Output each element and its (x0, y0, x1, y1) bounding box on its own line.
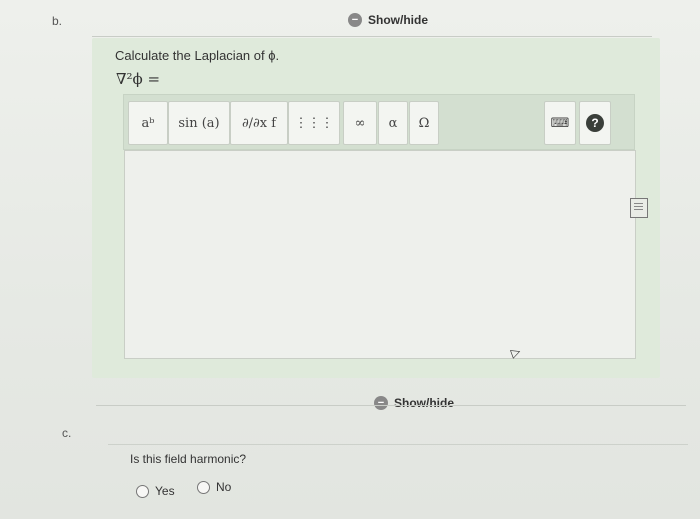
question-prompt: Calculate the Laplacian of ϕ. (115, 48, 280, 63)
alpha-label: α (388, 115, 398, 131)
radio-yes[interactable]: Yes (136, 484, 175, 498)
harmonic-question: Is this field harmonic? (130, 452, 247, 466)
matrix-icon: ⋮⋮⋮ (294, 115, 334, 131)
help-button[interactable]: ? (579, 101, 611, 145)
showhide-b-label: Show/hide (368, 13, 428, 27)
divider (96, 405, 686, 406)
radio-no[interactable]: No (197, 480, 231, 494)
sin-label: sin (a) (178, 115, 220, 131)
part-b-letter: b. (52, 14, 63, 28)
matrix-button[interactable]: ⋮⋮⋮ (288, 101, 340, 145)
alpha-button[interactable]: α (378, 101, 408, 145)
part-c-letter: c. (62, 426, 72, 440)
partial-derivative-button[interactable]: ∂/∂x f (230, 101, 288, 145)
omega-label: Ω (418, 115, 430, 131)
math-toolbar: aᵇ sin (a) ∂/∂x f ⋮⋮⋮ ∞ α Ω ⌨ ? (123, 94, 635, 150)
showhide-c-toggle[interactable]: − Show/hide (374, 396, 454, 410)
omega-button[interactable]: Ω (409, 101, 439, 145)
help-icon: ? (586, 114, 604, 132)
divider (92, 36, 652, 37)
radio-yes-label: Yes (155, 484, 175, 498)
divider (108, 444, 688, 445)
showhide-c-label: Show/hide (394, 396, 454, 410)
keyboard-icon: ⌨ (550, 115, 570, 131)
radio-circle-icon (136, 484, 149, 498)
minus-circle-icon: − (348, 13, 362, 27)
infinity-label: ∞ (354, 115, 366, 131)
infinity-button[interactable]: ∞ (343, 101, 377, 145)
radio-no-label: No (216, 480, 232, 494)
showhide-b-toggle[interactable]: − Show/hide (348, 13, 428, 27)
sin-button[interactable]: sin (a) (168, 101, 230, 145)
answer-editor[interactable] (124, 150, 636, 359)
radio-circle-icon (197, 480, 210, 494)
document-icon[interactable] (630, 198, 648, 218)
superscript-button[interactable]: aᵇ (128, 101, 168, 145)
keyboard-button[interactable]: ⌨ (544, 101, 576, 145)
laplacian-equation: ∇²ϕ = (116, 70, 161, 88)
superscript-label: aᵇ (141, 115, 155, 131)
minus-circle-icon: − (374, 396, 388, 410)
partial-label: ∂/∂x f (241, 115, 277, 131)
